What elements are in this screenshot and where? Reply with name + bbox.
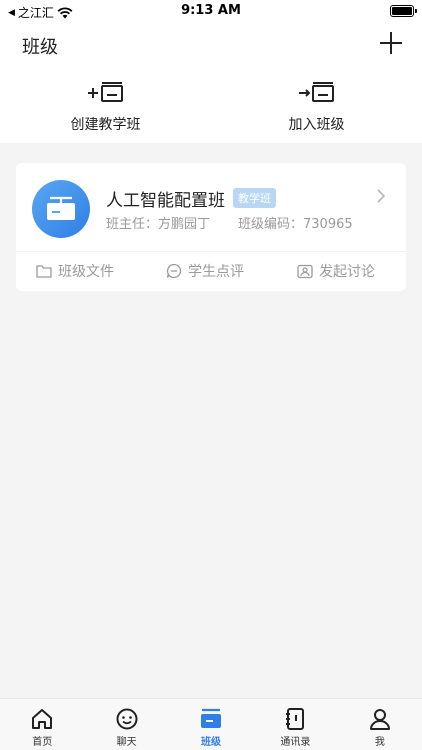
create-class-icon xyxy=(87,82,123,102)
class-avatar xyxy=(32,180,90,238)
create-class-button[interactable]: 创建教学班 xyxy=(0,68,211,143)
class-links: 班级文件 学生点评 发起讨论 xyxy=(16,261,406,283)
clock: 9:13 AM xyxy=(181,3,241,18)
class-type-badge: 教学班 xyxy=(233,188,276,208)
page-title: 班级 xyxy=(22,37,58,58)
tab-class-label: 班级 xyxy=(201,737,222,748)
folder-icon xyxy=(36,265,52,278)
discussion-icon xyxy=(297,264,313,278)
chat-icon xyxy=(116,708,138,730)
class-files-label: 班级文件 xyxy=(58,264,114,280)
profile-icon xyxy=(369,709,390,730)
tab-home-label: 首页 xyxy=(32,737,53,748)
join-class-icon xyxy=(298,82,334,102)
start-discussion-label: 发起讨论 xyxy=(319,264,375,280)
student-review-link[interactable]: 学生点评 xyxy=(166,261,244,281)
tab-chat-label: 聊天 xyxy=(116,737,137,748)
contacts-icon xyxy=(286,708,305,730)
battery-icon xyxy=(390,5,417,17)
tab-me-label: 我 xyxy=(374,737,385,748)
home-icon xyxy=(32,709,53,729)
class-actions: 创建教学班 加入班级 xyxy=(0,68,422,143)
class-icon xyxy=(201,708,222,728)
class-code: 班级编码：730965 xyxy=(238,217,353,232)
status-bar: ◀ 之江汇 9:13 AM xyxy=(0,0,422,24)
create-class-label: 创建教学班 xyxy=(70,117,141,133)
tab-class[interactable]: 班级 xyxy=(169,699,253,750)
head-teacher: 班主任：方鹏园丁 xyxy=(106,217,211,232)
tab-home[interactable]: 首页 xyxy=(0,699,84,750)
add-icon[interactable] xyxy=(378,30,404,56)
class-files-link[interactable]: 班级文件 xyxy=(36,261,114,281)
join-class-label: 加入班级 xyxy=(288,117,345,133)
class-card[interactable]: 人工智能配置班 教学班 班主任：方鹏园丁 班级编码：730965 班级文件 学生点… xyxy=(16,163,406,291)
comment-icon xyxy=(166,263,182,279)
chevron-right-icon xyxy=(377,189,386,203)
page-header: 班级 xyxy=(0,24,422,68)
class-board-icon xyxy=(47,196,75,220)
class-name: 人工智能配置班 xyxy=(106,191,225,211)
join-class-button[interactable]: 加入班级 xyxy=(211,68,422,143)
tab-contacts-label: 通讯录 xyxy=(280,737,311,748)
student-review-label: 学生点评 xyxy=(188,264,244,280)
class-meta: 班主任：方鹏园丁 班级编码：730965 xyxy=(106,213,353,232)
tab-me[interactable]: 我 xyxy=(338,699,422,750)
bottom-tab-bar: 首页 聊天 班级 通讯录 我 xyxy=(0,698,422,750)
card-divider xyxy=(16,251,406,252)
tab-contacts[interactable]: 通讯录 xyxy=(253,699,337,750)
tab-chat[interactable]: 聊天 xyxy=(84,699,168,750)
start-discussion-link[interactable]: 发起讨论 xyxy=(297,261,375,281)
